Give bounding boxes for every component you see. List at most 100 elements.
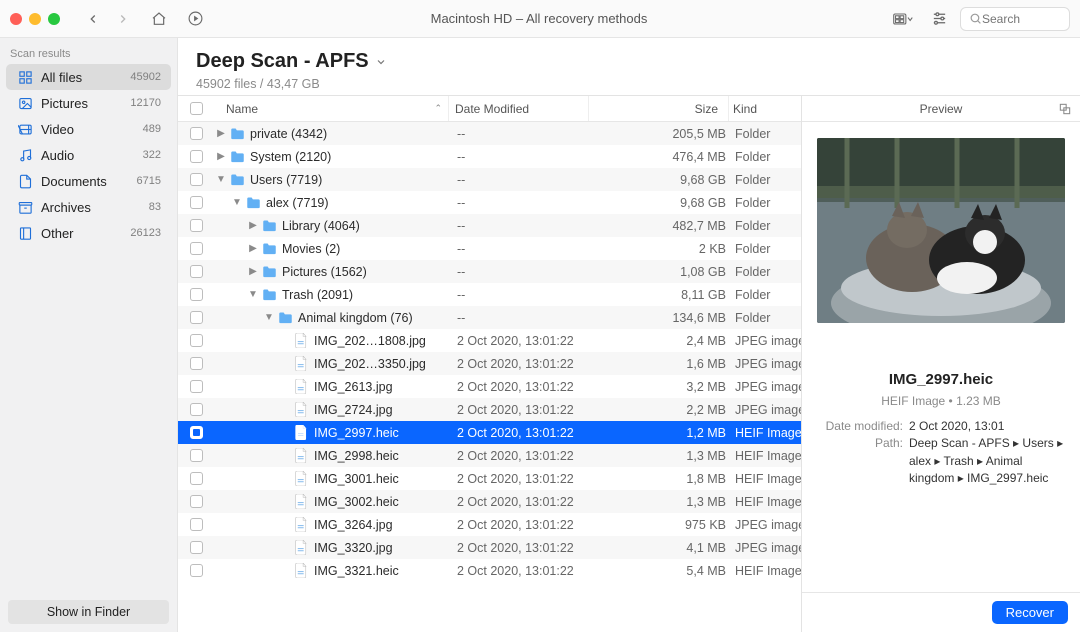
expand-toggle[interactable]: ▶ <box>246 243 260 254</box>
sidebar-item-label: Pictures <box>41 96 130 111</box>
expand-toggle[interactable]: ▼ <box>230 197 244 208</box>
sidebar-item-all-files[interactable]: All files45902 <box>6 64 171 90</box>
folder-row[interactable]: ▼Users (7719)--9,68 GBFolder <box>178 168 801 191</box>
file-row[interactable]: IMG_3320.jpg2 Oct 2020, 13:01:224,1 MBJP… <box>178 536 801 559</box>
row-checkbox[interactable] <box>190 334 203 347</box>
sidebar-item-audio[interactable]: Audio322 <box>6 142 171 168</box>
file-row[interactable]: IMG_2724.jpg2 Oct 2020, 13:01:222,2 MBJP… <box>178 398 801 421</box>
minimize-window-button[interactable] <box>29 13 41 25</box>
file-icon <box>292 379 310 394</box>
show-in-finder-button[interactable]: Show in Finder <box>8 600 169 624</box>
expand-toggle[interactable]: ▼ <box>246 289 260 300</box>
column-header-date[interactable]: Date Modified <box>449 96 589 121</box>
sidebar-item-label: All files <box>41 70 130 85</box>
row-checkbox[interactable] <box>190 196 203 209</box>
folder-row[interactable]: ▼Animal kingdom (76)--134,6 MBFolder <box>178 306 801 329</box>
row-checkbox[interactable] <box>190 426 203 439</box>
row-kind: JPEG image <box>731 380 801 394</box>
row-checkbox[interactable] <box>190 242 203 255</box>
expand-toggle[interactable]: ▶ <box>214 151 228 162</box>
file-icon <box>292 517 310 532</box>
file-row[interactable]: IMG_202…1808.jpg2 Oct 2020, 13:01:222,4 … <box>178 329 801 352</box>
sidebar-item-video[interactable]: Video489 <box>6 116 171 142</box>
sidebar-item-archives[interactable]: Archives83 <box>6 194 171 220</box>
sidebar-item-count: 26123 <box>130 227 161 239</box>
row-kind: Folder <box>731 242 801 256</box>
scan-method-dropdown[interactable]: Deep Scan - APFS <box>196 50 1062 73</box>
file-row[interactable]: IMG_202…3350.jpg2 Oct 2020, 13:01:221,6 … <box>178 352 801 375</box>
back-button[interactable] <box>80 6 106 32</box>
row-date: 2 Oct 2020, 13:01:22 <box>451 518 591 532</box>
row-size: 482,7 MB <box>591 219 731 233</box>
row-checkbox[interactable] <box>190 449 203 462</box>
row-checkbox[interactable] <box>190 288 203 301</box>
search-field[interactable] <box>960 7 1070 31</box>
folder-icon <box>228 127 246 140</box>
row-checkbox[interactable] <box>190 150 203 163</box>
folder-icon <box>228 173 246 186</box>
file-row[interactable]: IMG_3002.heic2 Oct 2020, 13:01:221,3 MBH… <box>178 490 801 513</box>
file-row[interactable]: IMG_3001.heic2 Oct 2020, 13:01:221,8 MBH… <box>178 467 801 490</box>
row-kind: HEIF Image <box>731 472 801 486</box>
folder-row[interactable]: ▶Pictures (1562)--1,08 GBFolder <box>178 260 801 283</box>
row-checkbox[interactable] <box>190 380 203 393</box>
folder-row[interactable]: ▶Movies (2)--2 KBFolder <box>178 237 801 260</box>
file-icon <box>292 471 310 486</box>
row-date: -- <box>451 288 591 302</box>
row-checkbox[interactable] <box>190 518 203 531</box>
column-header-name[interactable]: Name⌃ <box>214 96 449 121</box>
row-checkbox[interactable] <box>190 564 203 577</box>
titlebar: Macintosh HD – All recovery methods <box>0 0 1080 38</box>
row-checkbox[interactable] <box>190 219 203 232</box>
folder-row[interactable]: ▶private (4342)--205,5 MBFolder <box>178 122 801 145</box>
preview-expand-button[interactable] <box>1058 102 1072 116</box>
row-date: -- <box>451 150 591 164</box>
file-icon <box>292 333 310 348</box>
row-checkbox[interactable] <box>190 173 203 186</box>
row-checkbox[interactable] <box>190 127 203 140</box>
file-row[interactable]: IMG_2613.jpg2 Oct 2020, 13:01:223,2 MBJP… <box>178 375 801 398</box>
row-size: 134,6 MB <box>591 311 731 325</box>
expand-toggle[interactable]: ▶ <box>246 220 260 231</box>
folder-row[interactable]: ▶System (2120)--476,4 MBFolder <box>178 145 801 168</box>
sidebar-item-pictures[interactable]: Pictures12170 <box>6 90 171 116</box>
file-row[interactable]: IMG_3264.jpg2 Oct 2020, 13:01:22975 KBJP… <box>178 513 801 536</box>
filter-settings-button[interactable] <box>926 6 952 32</box>
row-checkbox[interactable] <box>190 495 203 508</box>
search-input[interactable] <box>982 12 1052 26</box>
preview-header-title: Preview <box>920 102 963 116</box>
row-checkbox[interactable] <box>190 311 203 324</box>
expand-toggle[interactable]: ▶ <box>246 266 260 277</box>
folder-row[interactable]: ▼Trash (2091)--8,11 GBFolder <box>178 283 801 306</box>
view-options-button[interactable] <box>890 6 916 32</box>
expand-toggle[interactable]: ▼ <box>214 174 228 185</box>
file-row[interactable]: IMG_2998.heic2 Oct 2020, 13:01:221,3 MBH… <box>178 444 801 467</box>
column-header-size[interactable]: Size <box>589 96 729 121</box>
row-date: 2 Oct 2020, 13:01:22 <box>451 357 591 371</box>
sidebar-item-label: Other <box>41 226 130 241</box>
file-icon <box>292 356 310 371</box>
row-checkbox[interactable] <box>190 541 203 554</box>
home-button[interactable] <box>146 6 172 32</box>
select-all-checkbox[interactable] <box>178 102 214 115</box>
forward-button[interactable] <box>110 6 136 32</box>
row-name: IMG_2997.heic <box>314 426 399 440</box>
recover-button[interactable]: Recover <box>992 601 1068 624</box>
folder-row[interactable]: ▼alex (7719)--9,68 GBFolder <box>178 191 801 214</box>
sidebar-item-documents[interactable]: Documents6715 <box>6 168 171 194</box>
column-header-kind[interactable]: Kind <box>729 96 799 121</box>
expand-toggle[interactable]: ▶ <box>214 128 228 139</box>
row-checkbox[interactable] <box>190 403 203 416</box>
sidebar-item-other[interactable]: Other26123 <box>6 220 171 246</box>
expand-toggle[interactable]: ▼ <box>262 312 276 323</box>
sidebar: Scan results All files45902Pictures12170… <box>0 38 178 632</box>
folder-row[interactable]: ▶Library (4064)--482,7 MBFolder <box>178 214 801 237</box>
row-checkbox[interactable] <box>190 357 203 370</box>
file-row[interactable]: IMG_3321.heic2 Oct 2020, 13:01:225,4 MBH… <box>178 559 801 582</box>
resume-scan-button[interactable] <box>182 6 208 32</box>
close-window-button[interactable] <box>10 13 22 25</box>
file-row[interactable]: IMG_2997.heic2 Oct 2020, 13:01:221,2 MBH… <box>178 421 801 444</box>
row-checkbox[interactable] <box>190 472 203 485</box>
maximize-window-button[interactable] <box>48 13 60 25</box>
row-checkbox[interactable] <box>190 265 203 278</box>
